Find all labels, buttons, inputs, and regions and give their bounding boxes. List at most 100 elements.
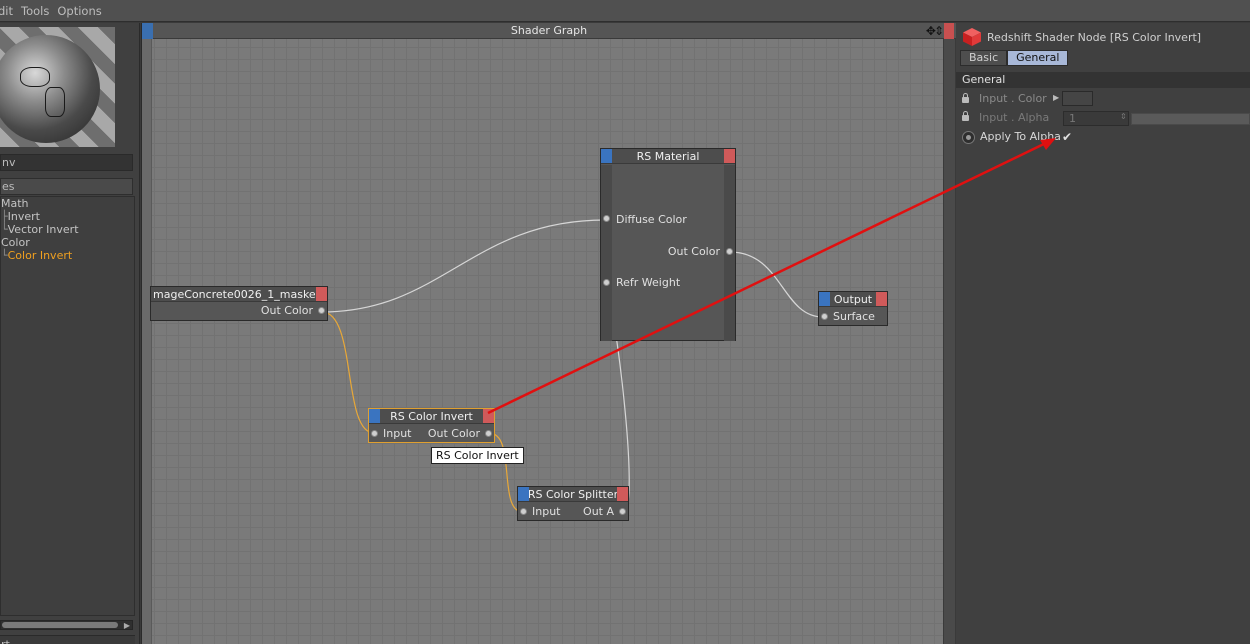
input-alpha-slider[interactable] [1131,113,1250,125]
redshift-node-icon [962,27,982,47]
category-header[interactable]: es [0,178,133,195]
node-title: mageConcrete0026_1_masked_S [153,288,327,301]
node-title: Output [833,293,873,306]
tree-item-vector-invert[interactable]: └Vector Invert [1,223,79,236]
graph-titlebar: Shader Graph ✥⇕ [142,23,956,39]
tree-item-invert[interactable]: ├Invert [1,210,40,223]
port-input-dot[interactable] [520,508,527,515]
scroll-right-arrow-icon[interactable]: ▶ [124,621,130,630]
node-header: RS Color Splitter [518,487,628,502]
tree-item-label: Invert [7,210,40,223]
port-diffuse-color-dot[interactable] [603,215,610,222]
port-label-input: Input [383,427,412,440]
node-output-handle[interactable] [316,287,327,301]
port-label-surface: Surface [833,310,875,323]
node-output[interactable]: Output Surface [818,291,888,326]
lock-icon[interactable] [962,111,969,121]
tree-item-color[interactable]: Color [1,236,30,249]
node-title: RS Material [636,150,700,163]
prop-label-input-color: Input . Color [979,92,1047,105]
port-label-diffuse-color: Diffuse Color [616,213,687,226]
node-header: RS Material [601,149,735,164]
input-color-swatch[interactable] [1062,91,1093,106]
tree-branch-glyph: ├ [1,210,8,223]
node-header: mageConcrete0026_1_masked_S [151,287,327,302]
node-header: RS Color Invert [369,409,494,424]
material-preview [0,27,115,147]
description-field: rt [0,635,135,644]
node-title: RS Color Invert [390,410,473,423]
node-output-handle[interactable] [617,487,628,501]
attribute-title: Redshift Shader Node [RS Color Invert] [987,30,1202,44]
graph-left-gutter [142,39,152,644]
node-image-texture[interactable]: mageConcrete0026_1_masked_S Out Color [150,286,328,321]
group-header-general: General [956,72,1250,88]
tab-basic[interactable]: Basic [960,50,1008,66]
node-rs-material[interactable]: RS Material Diffuse Color Out Color Refr… [600,148,736,341]
titlebar-right-handle[interactable] [944,23,954,39]
attribute-manager: Redshift Shader Node [RS Color Invert] B… [956,23,1250,644]
menu-options[interactable]: Options [57,4,109,18]
menu-edit[interactable]: dit [0,4,21,18]
port-surface-dot[interactable] [821,313,828,320]
node-output-handle[interactable] [724,149,735,163]
node-input-handle[interactable] [601,149,612,163]
node-browser-panel: nv es Math ├Invert └Vector Invert Color … [0,23,140,644]
preview-crack [20,67,50,87]
attribute-tabs: Basic General [960,50,1069,66]
node-rs-color-splitter[interactable]: RS Color Splitter Input Out A [517,486,629,521]
port-label-out-color: Out Color [427,427,480,440]
tree-item-label: Color [1,236,30,249]
prop-label-apply-to-alpha: Apply To Alpha [980,130,1061,143]
node-left-strip [601,165,612,341]
port-label-out-color: Out Color [667,245,720,258]
tree-item-color-invert[interactable]: └Color Invert [1,249,72,262]
node-title: RS Color Splitter [527,488,619,501]
graph-right-gutter [943,39,955,644]
node-output-handle[interactable] [876,292,887,306]
node-tooltip: RS Color Invert [431,447,524,464]
port-refr-weight-dot[interactable] [603,279,610,286]
port-out-a-dot[interactable] [619,508,626,515]
node-input-handle[interactable] [369,409,380,423]
spinner-arrows-icon[interactable]: ⇕ [1120,112,1127,121]
node-tree: Math ├Invert └Vector Invert Color └Color… [0,196,135,616]
redshift-cube-svg [963,28,981,46]
tree-branch-glyph: └ [1,223,8,236]
node-search-input[interactable]: nv [0,154,133,171]
tree-item-math[interactable]: Math [1,197,29,210]
expand-arrow-icon[interactable]: ▶ [1053,93,1059,102]
tree-branch-glyph: └ [1,249,8,262]
connection-wires [321,219,824,513]
scrollbar-thumb[interactable] [2,622,118,628]
node-input-handle[interactable] [518,487,529,501]
node-input-handle[interactable] [819,292,830,306]
port-input-dot[interactable] [371,430,378,437]
menubar: dit Tools Options [0,0,1250,22]
port-out-color-dot[interactable] [726,248,733,255]
apply-to-alpha-radio[interactable] [962,131,975,144]
port-out-color-dot[interactable] [485,430,492,437]
port-label-out-color: Out Color [260,304,313,317]
node-header: Output [819,292,887,307]
prop-label-input-alpha: Input . Alpha [979,111,1050,124]
graph-title: Shader Graph [510,24,588,37]
port-label-refr-weight: Refr Weight [616,276,681,289]
lock-icon[interactable] [962,93,969,103]
tab-general[interactable]: General [1007,50,1069,66]
preview-crack [45,87,65,117]
node-output-handle[interactable] [483,409,494,423]
port-out-color-dot[interactable] [318,307,325,314]
tree-item-label: Math [1,197,29,210]
shader-graph-canvas[interactable]: Shader Graph ✥⇕ mageConcrete0026_1_maske… [141,23,956,644]
wire-image-to-diffuse[interactable] [321,219,606,313]
port-label-out-a: Out A [583,505,614,518]
apply-to-alpha-checkbox[interactable]: ✔ [1062,131,1074,143]
attribute-header: Redshift Shader Node [RS Color Invert] [962,27,1201,47]
wire-material-to-output[interactable] [729,251,824,318]
node-rs-color-invert[interactable]: RS Color Invert Input Out Color [368,408,495,443]
menu-tools[interactable]: Tools [21,4,57,18]
wire-image-to-invert[interactable] [321,311,375,434]
tree-horizontal-scrollbar[interactable]: ▶ [0,620,133,630]
move-zoom-icon[interactable]: ✥⇕ [926,23,944,39]
